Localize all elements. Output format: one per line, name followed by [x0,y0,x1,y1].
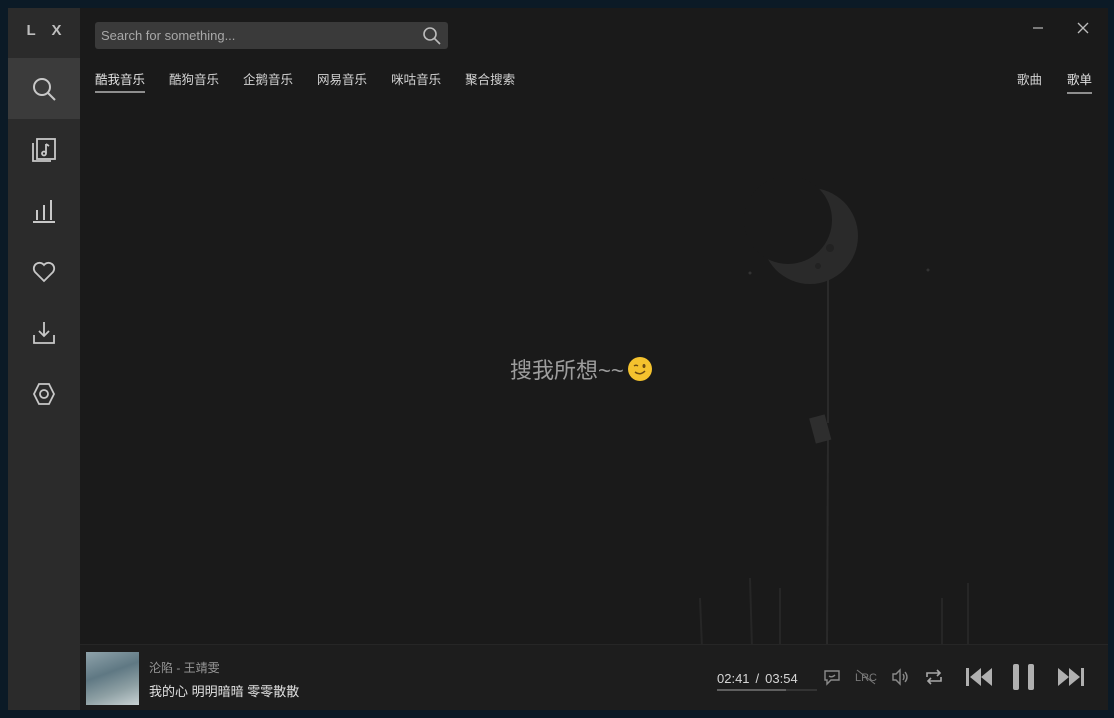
minimize-icon [1033,27,1043,29]
close-button[interactable] [1071,16,1095,40]
minimize-button[interactable] [1026,16,1050,40]
empty-state: 搜我所想~~ [510,353,652,385]
song-title: 沦陷 - 王靖雯 [149,661,220,675]
main-panel: 酷我音乐 酷狗音乐 企鹅音乐 网易音乐 咪咕音乐 聚合搜索 歌曲 歌单 [80,8,1108,710]
search-icon [33,77,56,101]
tab-aggregate[interactable]: 聚合搜索 [465,69,515,93]
pause-icon[interactable] [1011,663,1037,691]
sidebar-item-search[interactable] [8,58,80,119]
search-icon[interactable] [422,26,442,46]
empty-state-text: 搜我所想~~ [510,358,624,383]
album-cover[interactable] [86,652,139,705]
svg-text:LRC: LRC [855,672,877,684]
sidebar-item-favorites[interactable] [8,241,80,302]
tab-kugou[interactable]: 酷狗音乐 [169,69,219,93]
current-lyric: 我的心 明明暗暗 零零散散 [149,684,300,699]
tab-songs[interactable]: 歌曲 [1017,69,1042,94]
type-tabs: 歌曲 歌单 [992,69,1092,94]
volume-icon[interactable] [890,667,910,687]
playback-time: 02:41 / 03:54 [717,671,798,686]
repeat-icon[interactable] [924,667,944,687]
sidebar-item-download[interactable] [8,302,80,363]
wink-emoji-icon [627,357,652,381]
sidebar: L X [8,8,80,710]
settings-icon [32,382,56,405]
tab-netease[interactable]: 网易音乐 [317,69,367,93]
app-logo: L X [26,22,68,39]
progress-bar[interactable] [717,689,817,691]
tab-kuwo[interactable]: 酷我音乐 [95,69,146,93]
previous-track-icon[interactable] [964,665,994,689]
sidebar-item-leaderboard[interactable] [8,180,80,241]
search-box [95,22,448,49]
sidebar-item-settings[interactable] [8,363,80,424]
background-illustration [699,178,969,648]
music-library-icon [32,137,56,162]
current-time: 02:41 [717,671,750,686]
search-input[interactable] [95,22,427,49]
close-icon [1077,22,1089,34]
sidebar-item-library[interactable] [8,119,80,180]
source-tabs: 酷我音乐 酷狗音乐 企鹅音乐 网易音乐 咪咕音乐 聚合搜索 [95,69,539,93]
time-separator: / [755,671,760,686]
total-time: 03:54 [765,671,798,686]
tab-playlists[interactable]: 歌单 [1066,69,1092,94]
heart-icon [32,261,56,282]
tab-qq[interactable]: 企鹅音乐 [243,69,293,93]
download-icon [33,321,55,344]
tab-migu[interactable]: 咪咕音乐 [391,69,441,93]
progress-fill [717,689,786,691]
app-window: L X Search for something... 酷我音乐 酷狗音乐 企鹅… [8,8,1108,710]
comment-icon[interactable] [822,667,842,687]
leaderboard-icon [33,199,55,223]
lyric-toggle-icon[interactable]: LRC [855,667,879,687]
player-bar: 沦陷 - 王靖雯 我的心 明明暗暗 零零散散 02:41 / 03:54 LRC [80,644,1108,710]
next-track-icon[interactable] [1056,665,1086,689]
